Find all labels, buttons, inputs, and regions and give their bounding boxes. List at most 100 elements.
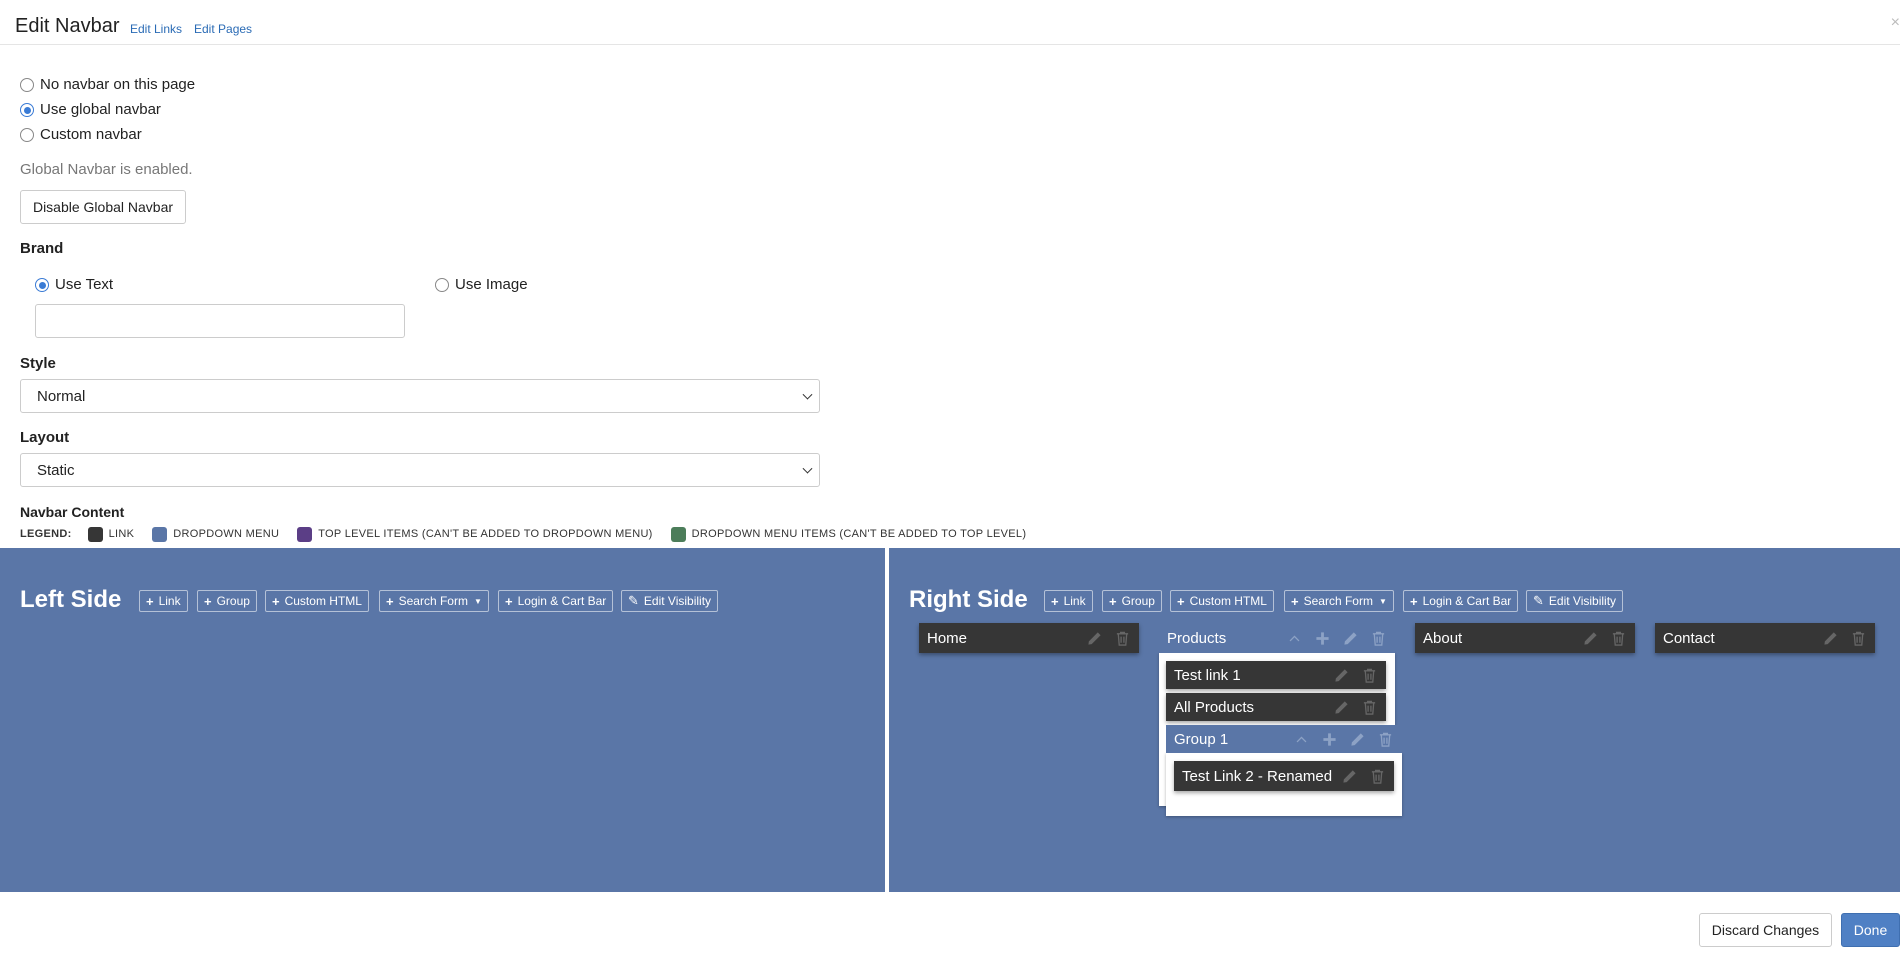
right-edit-visibility-label: Edit Visibility — [1548, 594, 1617, 608]
radio-use-image[interactable] — [435, 278, 449, 292]
nav-item-test-link-1[interactable]: Test link 1 — [1166, 661, 1386, 689]
radio-use-image-label: Use Image — [455, 276, 528, 293]
nav-item-home[interactable]: Home — [919, 623, 1139, 653]
radio-no-navbar-label: No navbar on this page — [40, 76, 196, 93]
legend-swatch-link — [87, 526, 103, 542]
pencil-icon[interactable] — [1339, 627, 1361, 649]
brand-text-input[interactable] — [35, 304, 405, 338]
right-add-group-button[interactable]: + Group — [1102, 590, 1162, 612]
edit-links-link[interactable]: Edit Links — [130, 22, 182, 36]
edit-pages-link[interactable]: Edit Pages — [194, 22, 252, 36]
radio-custom-navbar[interactable] — [20, 128, 34, 142]
legend-label-link: LINK — [108, 528, 135, 540]
left-add-search-form-button[interactable]: + Search Form ▼ — [379, 590, 489, 612]
nav-item-about[interactable]: About — [1415, 623, 1635, 653]
trash-icon[interactable] — [1358, 664, 1380, 686]
pencil-icon[interactable] — [1330, 696, 1352, 718]
nav-item-products-label: Products — [1167, 629, 1227, 647]
pencil-icon[interactable] — [1579, 627, 1601, 649]
nav-item-test-link-2-label: Test Link 2 - Renamed — [1182, 767, 1333, 785]
right-add-login-cart-button[interactable]: + Login & Cart Bar — [1403, 590, 1519, 612]
modal-title: Edit Navbar — [15, 15, 120, 37]
plus-icon: + — [1051, 593, 1059, 609]
left-add-custom-html-label: Custom HTML — [284, 594, 362, 608]
left-add-login-cart-button[interactable]: + Login & Cart Bar — [498, 590, 614, 612]
left-side-title: Left Side — [20, 586, 122, 613]
legend-label-dropdown-items: DROPDOWN MENU ITEMS (CAN'T BE ADDED TO T… — [691, 528, 1027, 540]
right-add-link-button[interactable]: + Link — [1044, 590, 1093, 612]
legend-swatch-dropdown-items — [670, 526, 686, 542]
nav-item-products[interactable]: Products — [1159, 623, 1395, 653]
right-add-search-form-button[interactable]: + Search Form ▼ — [1284, 590, 1394, 612]
pencil-icon[interactable] — [1819, 627, 1841, 649]
trash-icon[interactable] — [1367, 627, 1389, 649]
chevron-up-icon[interactable] — [1283, 627, 1305, 649]
right-edit-visibility-button[interactable]: ✎ Edit Visibility — [1526, 590, 1624, 612]
left-edit-visibility-button[interactable]: ✎ Edit Visibility — [621, 590, 719, 612]
pencil-icon[interactable] — [1346, 728, 1368, 750]
right-add-custom-html-label: Custom HTML — [1189, 594, 1267, 608]
nav-item-group-1-label: Group 1 — [1174, 730, 1229, 748]
nav-item-contact[interactable]: Contact — [1655, 623, 1875, 653]
nav-item-group-1[interactable]: Group 1 — [1166, 725, 1402, 753]
style-select-value: Normal — [37, 387, 86, 405]
legend-label-top-level: TOP LEVEL ITEMS (CAN'T BE ADDED TO DROPD… — [318, 528, 653, 540]
trash-icon[interactable] — [1366, 765, 1388, 787]
nav-item-test-link-1-label: Test link 1 — [1174, 666, 1241, 684]
trash-icon[interactable] — [1374, 728, 1396, 750]
layout-heading: Layout — [20, 429, 70, 446]
plus-icon: + — [1177, 593, 1185, 609]
pencil-icon[interactable] — [1330, 664, 1352, 686]
radio-use-text-label: Use Text — [55, 276, 114, 293]
plus-icon: + — [272, 593, 280, 609]
radio-use-text[interactable] — [35, 278, 49, 292]
nav-item-all-products[interactable]: All Products — [1166, 693, 1386, 721]
left-add-link-button[interactable]: + Link — [139, 590, 188, 612]
radio-custom-navbar-label: Custom navbar — [40, 126, 142, 143]
chevron-up-icon[interactable] — [1290, 728, 1312, 750]
nav-item-all-products-label: All Products — [1174, 698, 1255, 716]
legend-swatch-top-level — [297, 526, 313, 542]
right-add-login-cart-label: Login & Cart Bar — [1422, 594, 1512, 608]
legend-label-dropdown: DROPDOWN MENU — [173, 528, 280, 540]
style-select[interactable]: Normal — [20, 379, 820, 413]
radio-global-navbar[interactable] — [20, 103, 34, 117]
layout-select[interactable]: Static — [20, 453, 820, 487]
plus-icon: + — [1291, 593, 1299, 609]
discard-changes-button[interactable]: Discard Changes — [1699, 913, 1832, 947]
global-status-text: Global Navbar is enabled. — [20, 161, 193, 178]
pencil-icon[interactable] — [1083, 627, 1105, 649]
radio-no-navbar[interactable] — [20, 78, 34, 92]
plus-icon[interactable] — [1318, 728, 1340, 750]
plus-icon: + — [204, 593, 212, 609]
nav-item-contact-label: Contact — [1663, 629, 1715, 647]
right-side-title: Right Side — [909, 586, 1028, 613]
right-add-custom-html-button[interactable]: + Custom HTML — [1170, 590, 1274, 612]
layout-select-value: Static — [37, 461, 75, 479]
plus-icon: + — [1109, 593, 1117, 609]
left-add-link-label: Link — [158, 594, 181, 608]
trash-icon[interactable] — [1111, 627, 1133, 649]
done-button[interactable]: Done — [1841, 913, 1900, 947]
legend-title: LEGEND: — [20, 528, 72, 540]
nav-item-home-label: Home — [927, 629, 968, 647]
left-edit-visibility-label: Edit Visibility — [643, 594, 712, 608]
close-icon[interactable]: × — [1891, 14, 1900, 32]
left-side-panel: Left Side + Link + Group + Custom HTML + Sea… — [0, 548, 885, 892]
radio-global-navbar-label: Use global navbar — [40, 101, 161, 118]
pencil-icon[interactable] — [1338, 765, 1360, 787]
disable-global-navbar-button[interactable]: Disable Global Navbar — [20, 190, 186, 224]
trash-icon[interactable] — [1607, 627, 1629, 649]
right-add-search-form-label: Search Form — [1303, 594, 1373, 608]
navbar-content-heading: Navbar Content — [20, 504, 125, 520]
plus-icon: + — [386, 593, 394, 609]
left-add-group-label: Group — [216, 594, 250, 608]
trash-icon[interactable] — [1358, 696, 1380, 718]
nav-item-test-link-2[interactable]: Test Link 2 - Renamed — [1174, 761, 1394, 791]
plus-icon[interactable] — [1311, 627, 1333, 649]
trash-icon[interactable] — [1847, 627, 1869, 649]
left-add-custom-html-button[interactable]: + Custom HTML — [265, 590, 369, 612]
right-add-group-label: Group — [1121, 594, 1155, 608]
left-add-group-button[interactable]: + Group — [197, 590, 257, 612]
chevron-down-icon — [802, 389, 813, 400]
